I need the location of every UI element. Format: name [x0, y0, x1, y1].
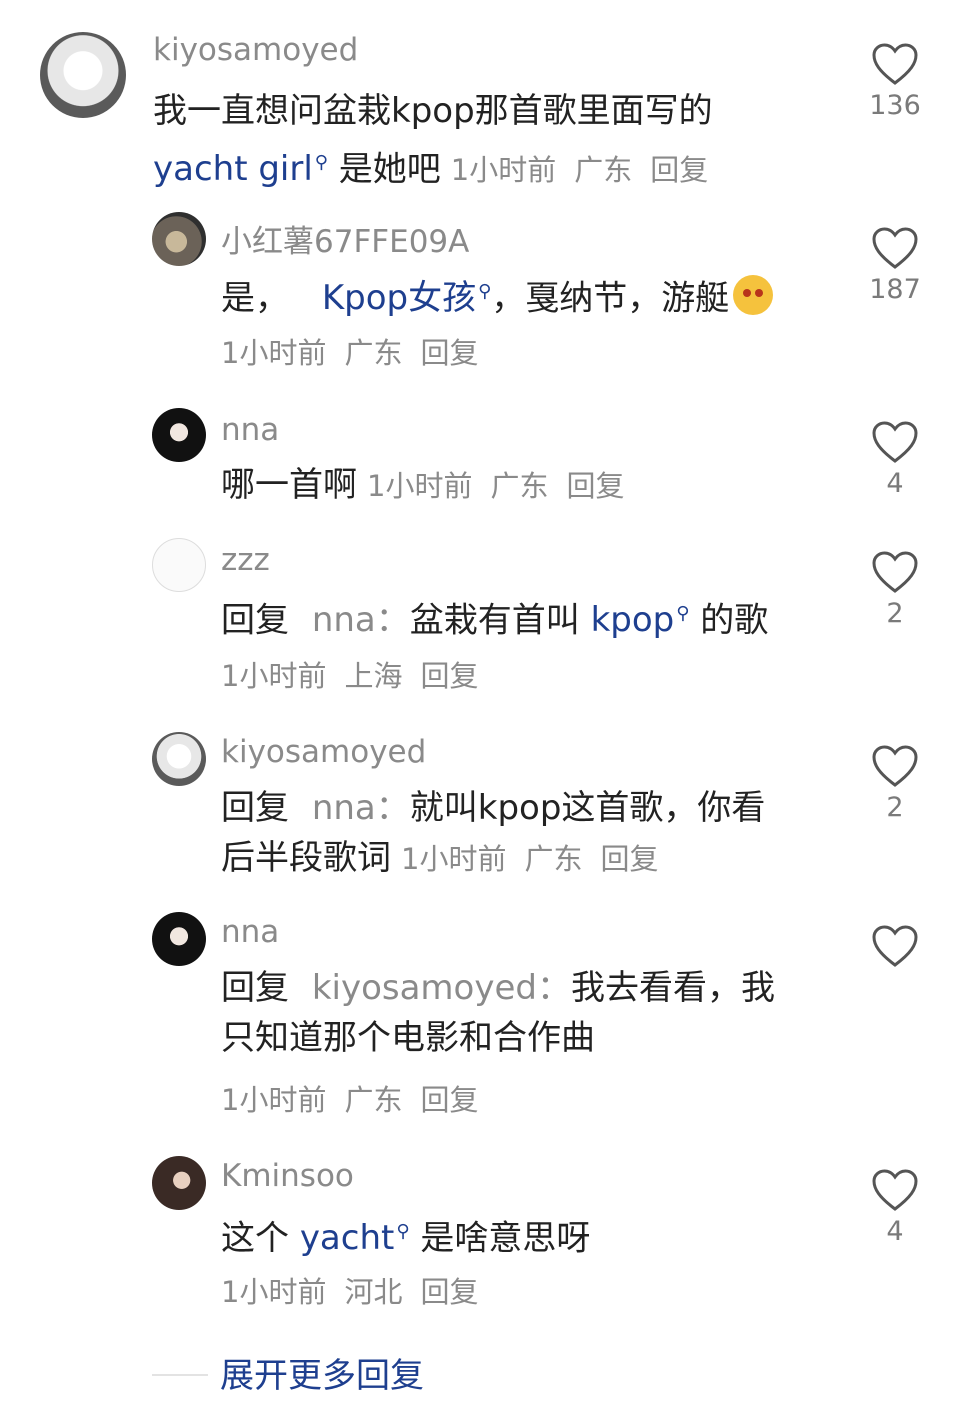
comment-text-line2: yacht girl ⚲ 是她吧 1小时前 广东 回复 [153, 138, 726, 195]
reply-target[interactable]: kiyosamoyed： [312, 968, 571, 1008]
comment-username[interactable]: kiyosamoyed [221, 734, 426, 770]
like-button[interactable]: 4 [862, 420, 928, 499]
reply-button[interactable]: 回复 [420, 659, 478, 693]
heart-icon [872, 925, 918, 967]
comment-text: 哪一首啊 1小时前 广东 回复 [221, 460, 642, 511]
search-link[interactable]: Kpop女孩 ⚲ [322, 278, 491, 318]
like-button[interactable]: 2 [862, 550, 928, 629]
comment-username[interactable]: Kminsoo [221, 1158, 354, 1194]
comment-username[interactable]: nna [221, 412, 279, 448]
comment-meta: 1小时前 广东 回复 [221, 1083, 479, 1117]
comment-meta: 1小时前 河北 回复 [221, 1275, 479, 1309]
like-button[interactable]: 187 [862, 226, 928, 305]
search-icon: ⚲ [478, 281, 492, 302]
emoji-icon [733, 275, 774, 316]
like-button[interactable]: 2 [862, 744, 928, 823]
comment-text-line2: 只知道那个电影和合作曲 [221, 1018, 595, 1058]
divider [152, 1374, 208, 1376]
like-count: 2 [886, 792, 904, 823]
search-link[interactable]: yacht ⚲ [300, 1218, 410, 1258]
reply-button[interactable]: 回复 [420, 1083, 478, 1117]
heart-icon [872, 421, 918, 463]
heart-icon [872, 43, 918, 85]
search-link[interactable]: yacht girl ⚲ [153, 149, 328, 189]
heart-icon [872, 1169, 918, 1211]
like-count: 187 [869, 274, 921, 305]
search-icon: ⚲ [396, 1221, 410, 1242]
comment-text-line2: 后半段歌词 1小时前 广东 回复 [221, 833, 676, 884]
comment-text: 回复 nna：盆栽有首叫 kpop ⚲ 的歌 [221, 600, 769, 641]
comment-username[interactable]: zzz [221, 542, 270, 578]
comment-text: 我一直想问盆栽kpop那首歌里面写的 [153, 91, 713, 131]
search-link[interactable]: kpop ⚲ [591, 600, 690, 640]
comment-meta: 1小时前 上海 回复 [221, 659, 479, 693]
comment-text: 是， Kpop女孩 ⚲，戛纳节，游艇 [221, 267, 774, 323]
comment-username[interactable]: nna [221, 914, 279, 950]
heart-icon [872, 551, 918, 593]
like-count: 4 [886, 1216, 904, 1247]
reply-button[interactable]: 回复 [420, 336, 478, 370]
comment-meta: 1小时前 广东 回复 [367, 469, 625, 503]
avatar[interactable] [40, 32, 126, 118]
reply-button[interactable]: 回复 [650, 153, 708, 187]
expand-more-label: 展开更多回复 [220, 1356, 424, 1396]
reply-target[interactable]: nna： [312, 788, 410, 828]
comment-text: 回复 kiyosamoyed：我去看看，我 [221, 968, 775, 1008]
avatar[interactable] [152, 538, 206, 592]
comment-text: 这个 yacht ⚲ 是啥意思呀 [221, 1218, 591, 1259]
comment-meta: 1小时前 广东 回复 [450, 153, 709, 188]
like-count: 4 [886, 468, 904, 499]
reply-target[interactable]: nna： [312, 600, 410, 640]
like-button[interactable]: 136 [862, 42, 928, 121]
avatar[interactable] [152, 732, 206, 786]
avatar[interactable] [152, 1156, 206, 1210]
like-button[interactable] [862, 924, 928, 972]
search-icon: ⚲ [314, 152, 328, 173]
comment-username[interactable]: 小红薯67FFE09A [221, 216, 469, 261]
like-count: 136 [869, 90, 921, 121]
comment-meta: 1小时前 广东 回复 [401, 842, 659, 876]
expand-more-replies[interactable]: 展开更多回复 [152, 1348, 752, 1398]
reply-button[interactable]: 回复 [600, 842, 658, 876]
comment-text: 回复 nna：就叫kpop这首歌，你看 [221, 788, 766, 828]
comment-username[interactable]: kiyosamoyed [153, 32, 358, 68]
avatar[interactable] [152, 912, 206, 966]
heart-icon [872, 745, 918, 787]
avatar[interactable] [152, 212, 206, 266]
reply-button[interactable]: 回复 [566, 469, 624, 503]
avatar[interactable] [152, 408, 206, 462]
heart-icon [872, 227, 918, 269]
like-count: 2 [886, 598, 904, 629]
like-button[interactable]: 4 [862, 1168, 928, 1247]
search-icon: ⚲ [676, 603, 690, 624]
reply-button[interactable]: 回复 [420, 1275, 478, 1309]
comment-meta: 1小时前 广东 回复 [221, 336, 479, 370]
